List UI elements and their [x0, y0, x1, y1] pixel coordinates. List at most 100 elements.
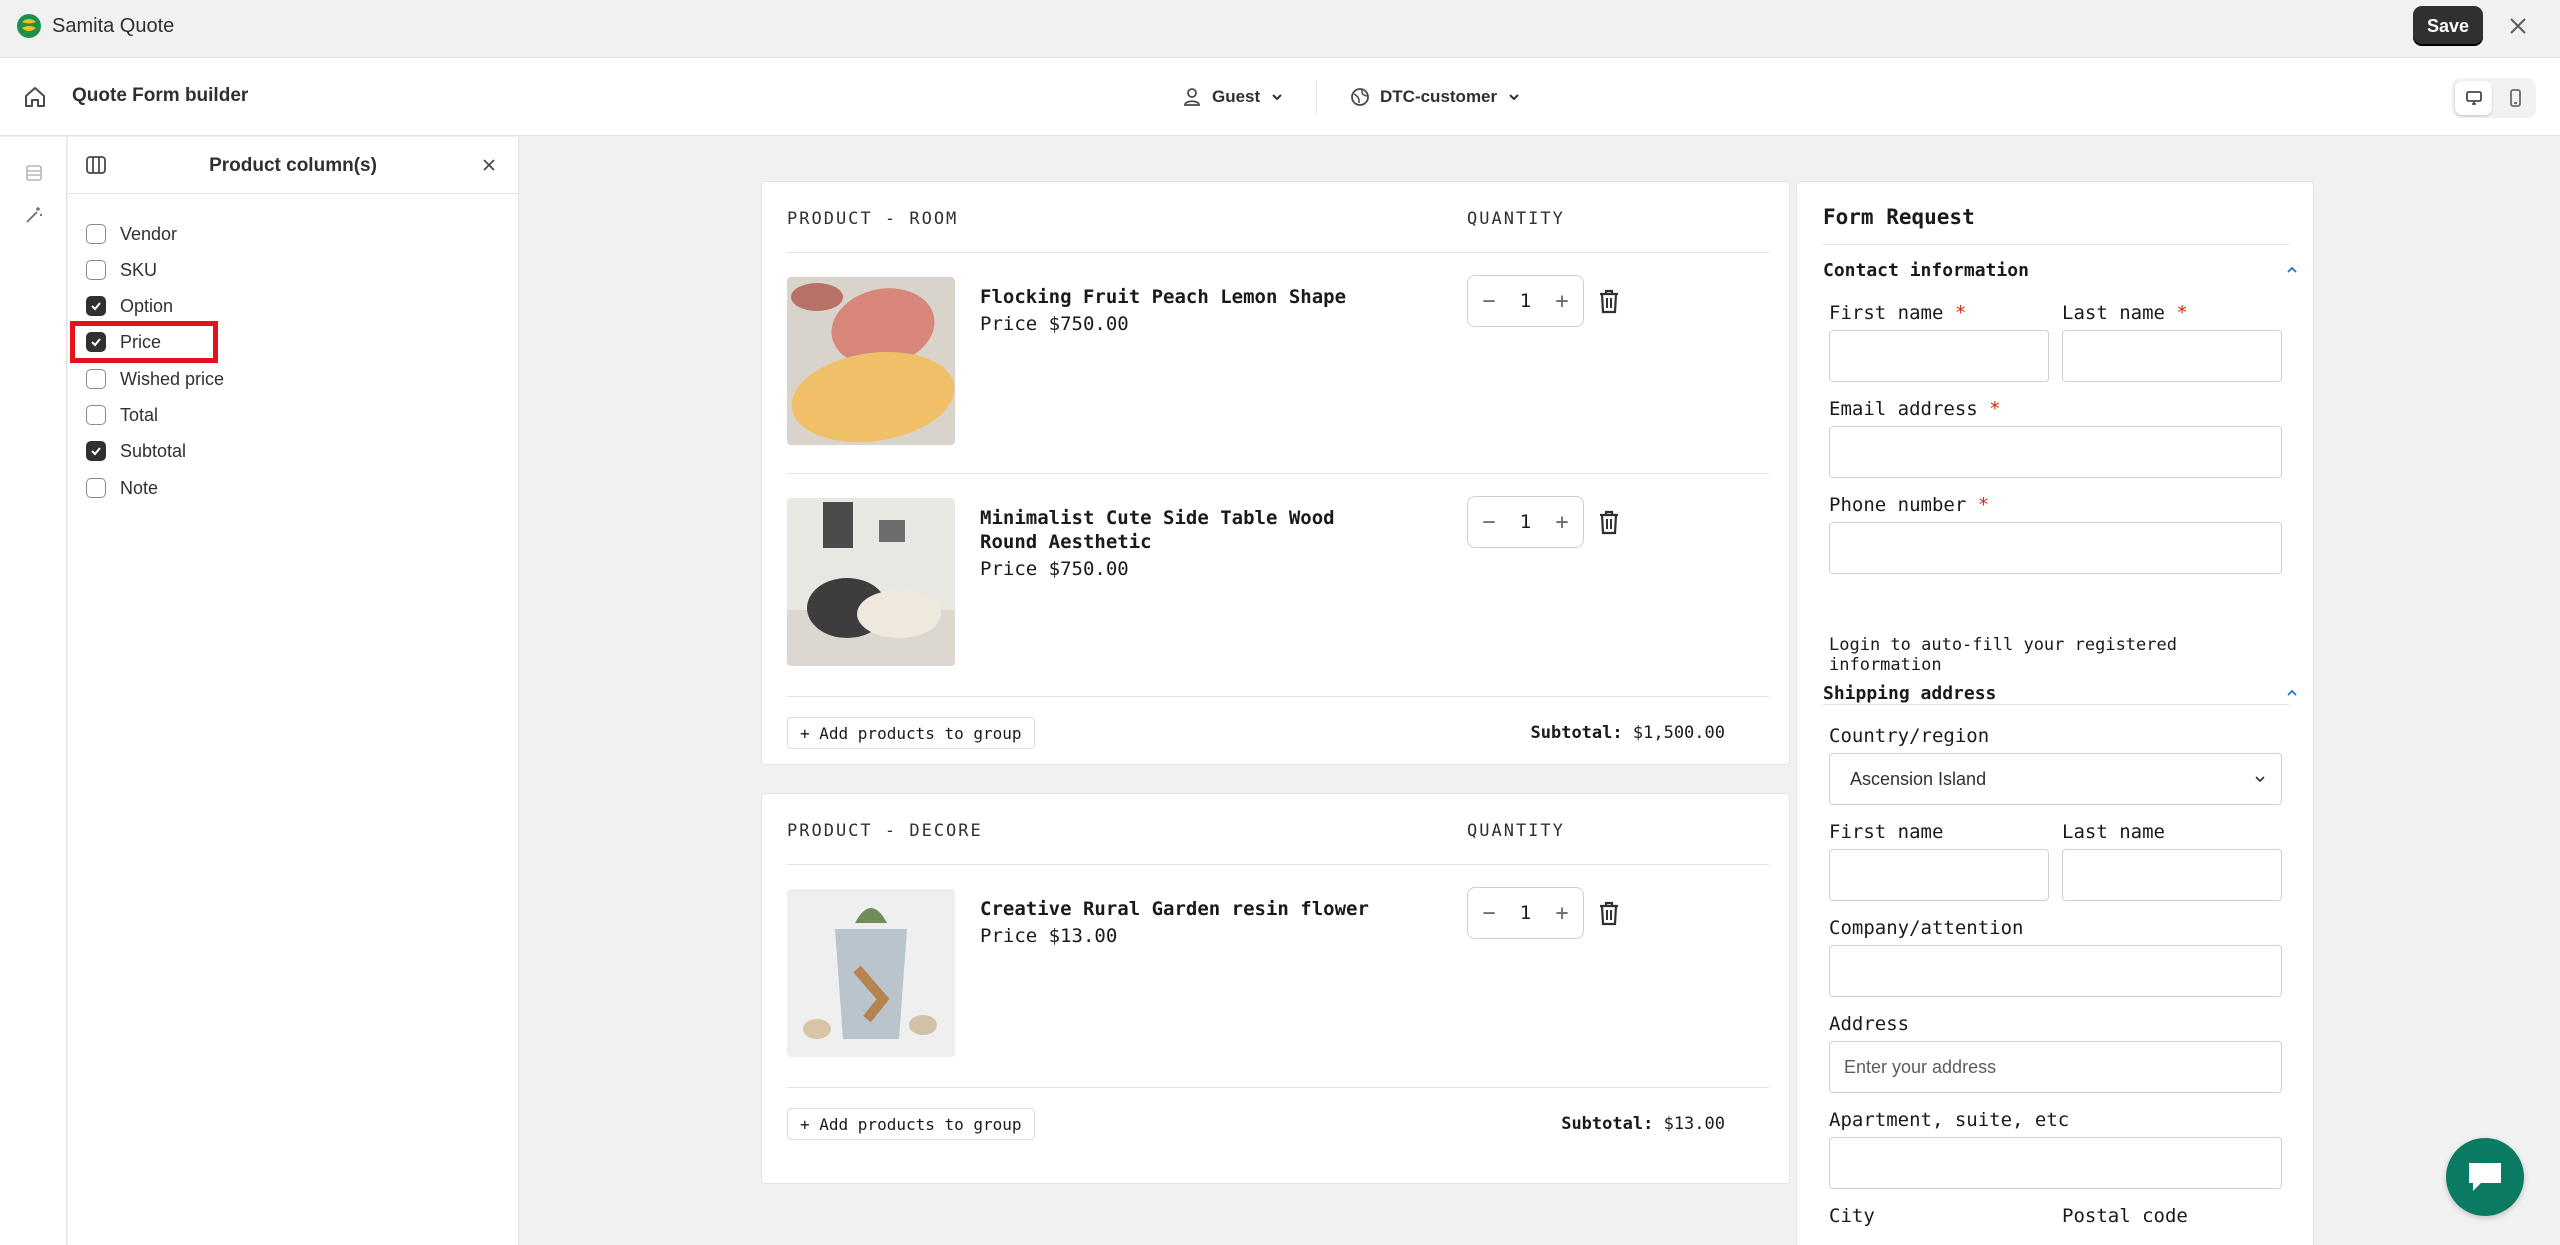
divider [787, 864, 1769, 865]
group-title: PRODUCT - DECORE [787, 821, 983, 841]
add-products-button[interactable]: + Add products to group [787, 717, 1035, 749]
email-field[interactable] [1829, 426, 2282, 478]
user-icon [1184, 88, 1200, 106]
ship-first-name-field[interactable] [1829, 849, 2049, 901]
samita-logo-icon [17, 14, 41, 38]
group-subtotal: Subtotal: $13.00 [1561, 1114, 1725, 1134]
close-app-button[interactable] [2500, 8, 2536, 44]
option-note[interactable]: Note [86, 474, 158, 502]
product-image [787, 498, 955, 666]
option-label: Option [120, 295, 174, 316]
last-name-field[interactable] [2062, 330, 2282, 382]
add-products-button[interactable]: + Add products to group [787, 1108, 1035, 1140]
divider [787, 1087, 1769, 1088]
chat-button[interactable] [2446, 1138, 2524, 1216]
contact-section-title: Contact information [1823, 260, 2029, 281]
audience-label: Guest [1212, 87, 1261, 106]
checkbox[interactable] [86, 260, 106, 280]
checkbox-checked[interactable] [86, 296, 106, 316]
product-price: Price $750.00 [980, 313, 1129, 335]
desktop-view-button[interactable] [2455, 81, 2492, 115]
builder-header: Quote Form builder Guest DTC-customer [0, 58, 2560, 136]
desktop-icon [2465, 91, 2482, 105]
save-button[interactable]: Save [2413, 6, 2483, 46]
group-title: PRODUCT - ROOM [787, 209, 959, 229]
ship-last-name-field[interactable] [2062, 849, 2282, 901]
divider [1823, 704, 2289, 705]
first-name-field[interactable] [1829, 330, 2049, 382]
subtotal-label: Subtotal: [1561, 1114, 1654, 1134]
home-icon[interactable] [22, 84, 48, 110]
panel-close-button[interactable] [478, 154, 500, 176]
checkbox[interactable] [86, 224, 106, 244]
country-label: Country/region [1829, 725, 1990, 747]
magic-wand-icon [26, 207, 42, 223]
option-total[interactable]: Total [86, 401, 158, 429]
quantity-stepper: − 1 + [1467, 496, 1584, 548]
apartment-field[interactable] [1829, 1137, 2282, 1189]
phone-field[interactable] [1829, 522, 2282, 574]
option-vendor[interactable]: Vendor [86, 220, 177, 248]
autofill-note: Login to auto-fill your registered infor… [1829, 635, 2177, 675]
quantity-stepper: − 1 + [1467, 887, 1584, 939]
address-field[interactable]: Enter your address [1829, 1041, 2282, 1093]
rail-design-button[interactable] [20, 201, 48, 229]
increment-button[interactable]: + [1551, 901, 1573, 926]
postal-code-label: Postal code [2062, 1205, 2188, 1227]
product-columns-panel: Product column(s) Vendor SKU Option Pric… [68, 137, 519, 1245]
checkmark-icon [91, 302, 101, 311]
ship-last-name-label: Last name [2062, 821, 2165, 843]
tool-rail [0, 137, 67, 1245]
increment-button[interactable]: + [1551, 289, 1573, 314]
decrement-button[interactable]: − [1478, 510, 1500, 535]
rail-sections-button[interactable] [20, 159, 48, 187]
quantity-value[interactable]: 1 [1520, 902, 1531, 924]
option-subtotal[interactable]: Subtotal [86, 437, 186, 465]
preview-canvas: PRODUCT - ROOM QUANTITY Flocking Fruit P… [520, 137, 2560, 1245]
checkbox[interactable] [86, 405, 106, 425]
option-wished-price[interactable]: Wished price [86, 365, 224, 393]
required-mark: * [1954, 302, 1967, 324]
product-price: Price $13.00 [980, 925, 1118, 947]
product-group-decore: PRODUCT - DECORE QUANTITY Creative Rural… [761, 793, 1790, 1184]
country-select[interactable]: Ascension Island [1829, 753, 2282, 805]
company-field[interactable] [1829, 945, 2282, 997]
first-name-label: First name * [1829, 302, 1966, 324]
decrement-button[interactable]: − [1478, 901, 1500, 926]
city-label: City [1829, 1205, 1875, 1227]
collapse-contact-button[interactable] [2281, 259, 2303, 281]
quantity-value[interactable]: 1 [1520, 511, 1531, 533]
checkbox-checked[interactable] [86, 441, 106, 461]
trash-icon[interactable] [1597, 508, 1621, 536]
checkbox[interactable] [86, 369, 106, 389]
close-icon [483, 159, 495, 171]
close-icon [2510, 18, 2526, 34]
quantity-value[interactable]: 1 [1520, 290, 1531, 312]
product-name: Creative Rural Garden resin flower [980, 898, 1369, 920]
option-option[interactable]: Option [86, 292, 173, 320]
trash-icon[interactable] [1597, 899, 1621, 927]
collapse-shipping-button[interactable] [2281, 682, 2303, 704]
header-divider [1316, 80, 1317, 114]
divider [787, 696, 1769, 697]
option-label: Total [120, 404, 159, 425]
device-toggle [2452, 78, 2536, 118]
label-text: Last name [2062, 302, 2165, 324]
product-image-art [787, 277, 955, 445]
panel-header: Product column(s) [68, 137, 518, 194]
quantity-header: QUANTITY [1467, 821, 1565, 841]
group-subtotal: Subtotal: $1,500.00 [1531, 723, 1726, 743]
app-bar: Samita Quote Save [0, 0, 2560, 58]
market-select[interactable]: DTC-customer [1350, 78, 1521, 116]
decrement-button[interactable]: − [1478, 289, 1500, 314]
option-sku[interactable]: SKU [86, 256, 157, 284]
trash-icon[interactable] [1597, 287, 1621, 315]
list-layout-icon [26, 165, 42, 181]
mobile-view-button[interactable] [2496, 81, 2533, 115]
audience-select[interactable]: Guest [1182, 78, 1284, 116]
increment-button[interactable]: + [1551, 510, 1573, 535]
subtotal-value: $1,500.00 [1632, 723, 1725, 743]
chevron-down-icon [1272, 94, 1282, 101]
checkbox[interactable] [86, 478, 106, 498]
market-label: DTC-customer [1380, 87, 1498, 106]
